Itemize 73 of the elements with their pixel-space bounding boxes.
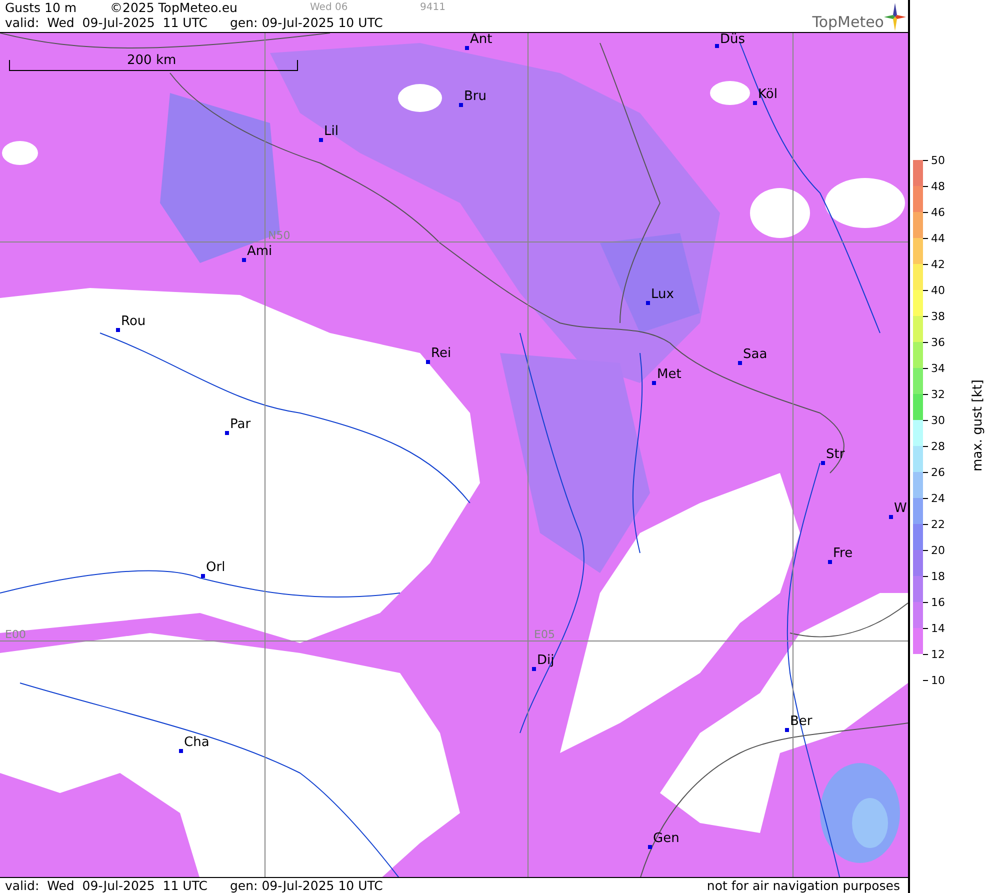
tick-label: 40 <box>931 284 945 296</box>
city-label: Rei <box>431 346 452 361</box>
city-label: Ami <box>247 244 272 259</box>
city-marker <box>319 138 323 142</box>
city-marker <box>116 328 120 332</box>
tick-label: 10 <box>931 674 945 686</box>
city-label: Orl <box>206 560 226 575</box>
tick-label: 38 <box>931 310 945 322</box>
grid-label: N50 <box>268 228 290 242</box>
city-marker <box>889 514 893 519</box>
tick-label: 36 <box>931 336 945 348</box>
compass-star-icon <box>884 3 906 31</box>
city-marker <box>753 100 757 105</box>
city-label: Düs <box>720 32 746 47</box>
tick-label: 34 <box>931 362 945 374</box>
tick-label: 12 <box>931 648 945 660</box>
tick-label: 14 <box>931 622 945 634</box>
tick-label: 50 <box>931 154 945 166</box>
city-marker <box>201 574 205 578</box>
city-marker <box>179 748 183 753</box>
tick-label: 44 <box>931 232 945 244</box>
tick-label: 16 <box>931 596 945 608</box>
copyright-text: ©2025 TopMeteo.eu <box>110 0 238 15</box>
generated-time: gen: 09-Jul-2025 10 UTC <box>230 878 384 893</box>
city-marker <box>738 360 742 365</box>
city-marker <box>646 300 650 305</box>
legend-title: max. gust [kt] <box>970 380 986 472</box>
city-marker <box>426 360 430 364</box>
tick-label: 18 <box>931 570 945 582</box>
city-marker <box>821 460 825 465</box>
city-label: Fre <box>833 546 853 561</box>
valid-time: valid: Wed 09-Jul-2025 11 UTC <box>5 878 208 893</box>
city-label: Ant <box>470 32 492 47</box>
logo-text: TopMeteo <box>812 13 884 31</box>
city-marker <box>242 258 246 262</box>
city-label: W <box>894 502 907 516</box>
city-label: Saa <box>743 348 768 362</box>
map-title: Gusts 10 m <box>5 0 78 15</box>
tick-label: 48 <box>931 180 945 192</box>
valid-time: valid: Wed 09-Jul-2025 11 UTC <box>5 15 208 30</box>
scale-label: 200 km <box>127 52 176 68</box>
city-marker <box>459 102 463 107</box>
code-label: 9411 <box>420 2 446 13</box>
city-label: Met <box>657 368 682 382</box>
day-label: Wed 06 <box>310 2 349 13</box>
grid-label: E00 <box>5 628 26 641</box>
tick-label: 22 <box>931 518 945 530</box>
city-label: Par <box>230 418 251 432</box>
tick-label: 20 <box>931 544 945 556</box>
tick-label: 30 <box>931 414 945 426</box>
city-label: Cha <box>184 736 210 750</box>
city-marker <box>715 44 719 48</box>
tick-label: 24 <box>931 492 945 504</box>
grid-label: E05 <box>534 628 555 641</box>
city-marker <box>225 430 229 435</box>
city-marker <box>532 666 536 671</box>
tick-label: 28 <box>931 440 945 452</box>
city-label: Bru <box>464 90 487 104</box>
disclaimer-text: not for air navigation purposes <box>706 878 900 893</box>
city-label: Rou <box>121 314 146 329</box>
city-label: Dij <box>537 654 554 668</box>
city-marker <box>785 728 789 732</box>
tick-label: 42 <box>931 258 945 270</box>
city-label: Lux <box>651 288 674 302</box>
tick-label: 26 <box>931 466 945 478</box>
city-marker <box>652 380 656 385</box>
city-marker <box>648 844 652 849</box>
city-marker <box>828 560 832 564</box>
tick-label: 32 <box>931 388 945 400</box>
city-marker <box>465 46 469 50</box>
generated-time: gen: 09-Jul-2025 10 UTC <box>230 15 384 30</box>
tick-label: 46 <box>931 206 945 218</box>
city-label: Lil <box>324 124 338 139</box>
